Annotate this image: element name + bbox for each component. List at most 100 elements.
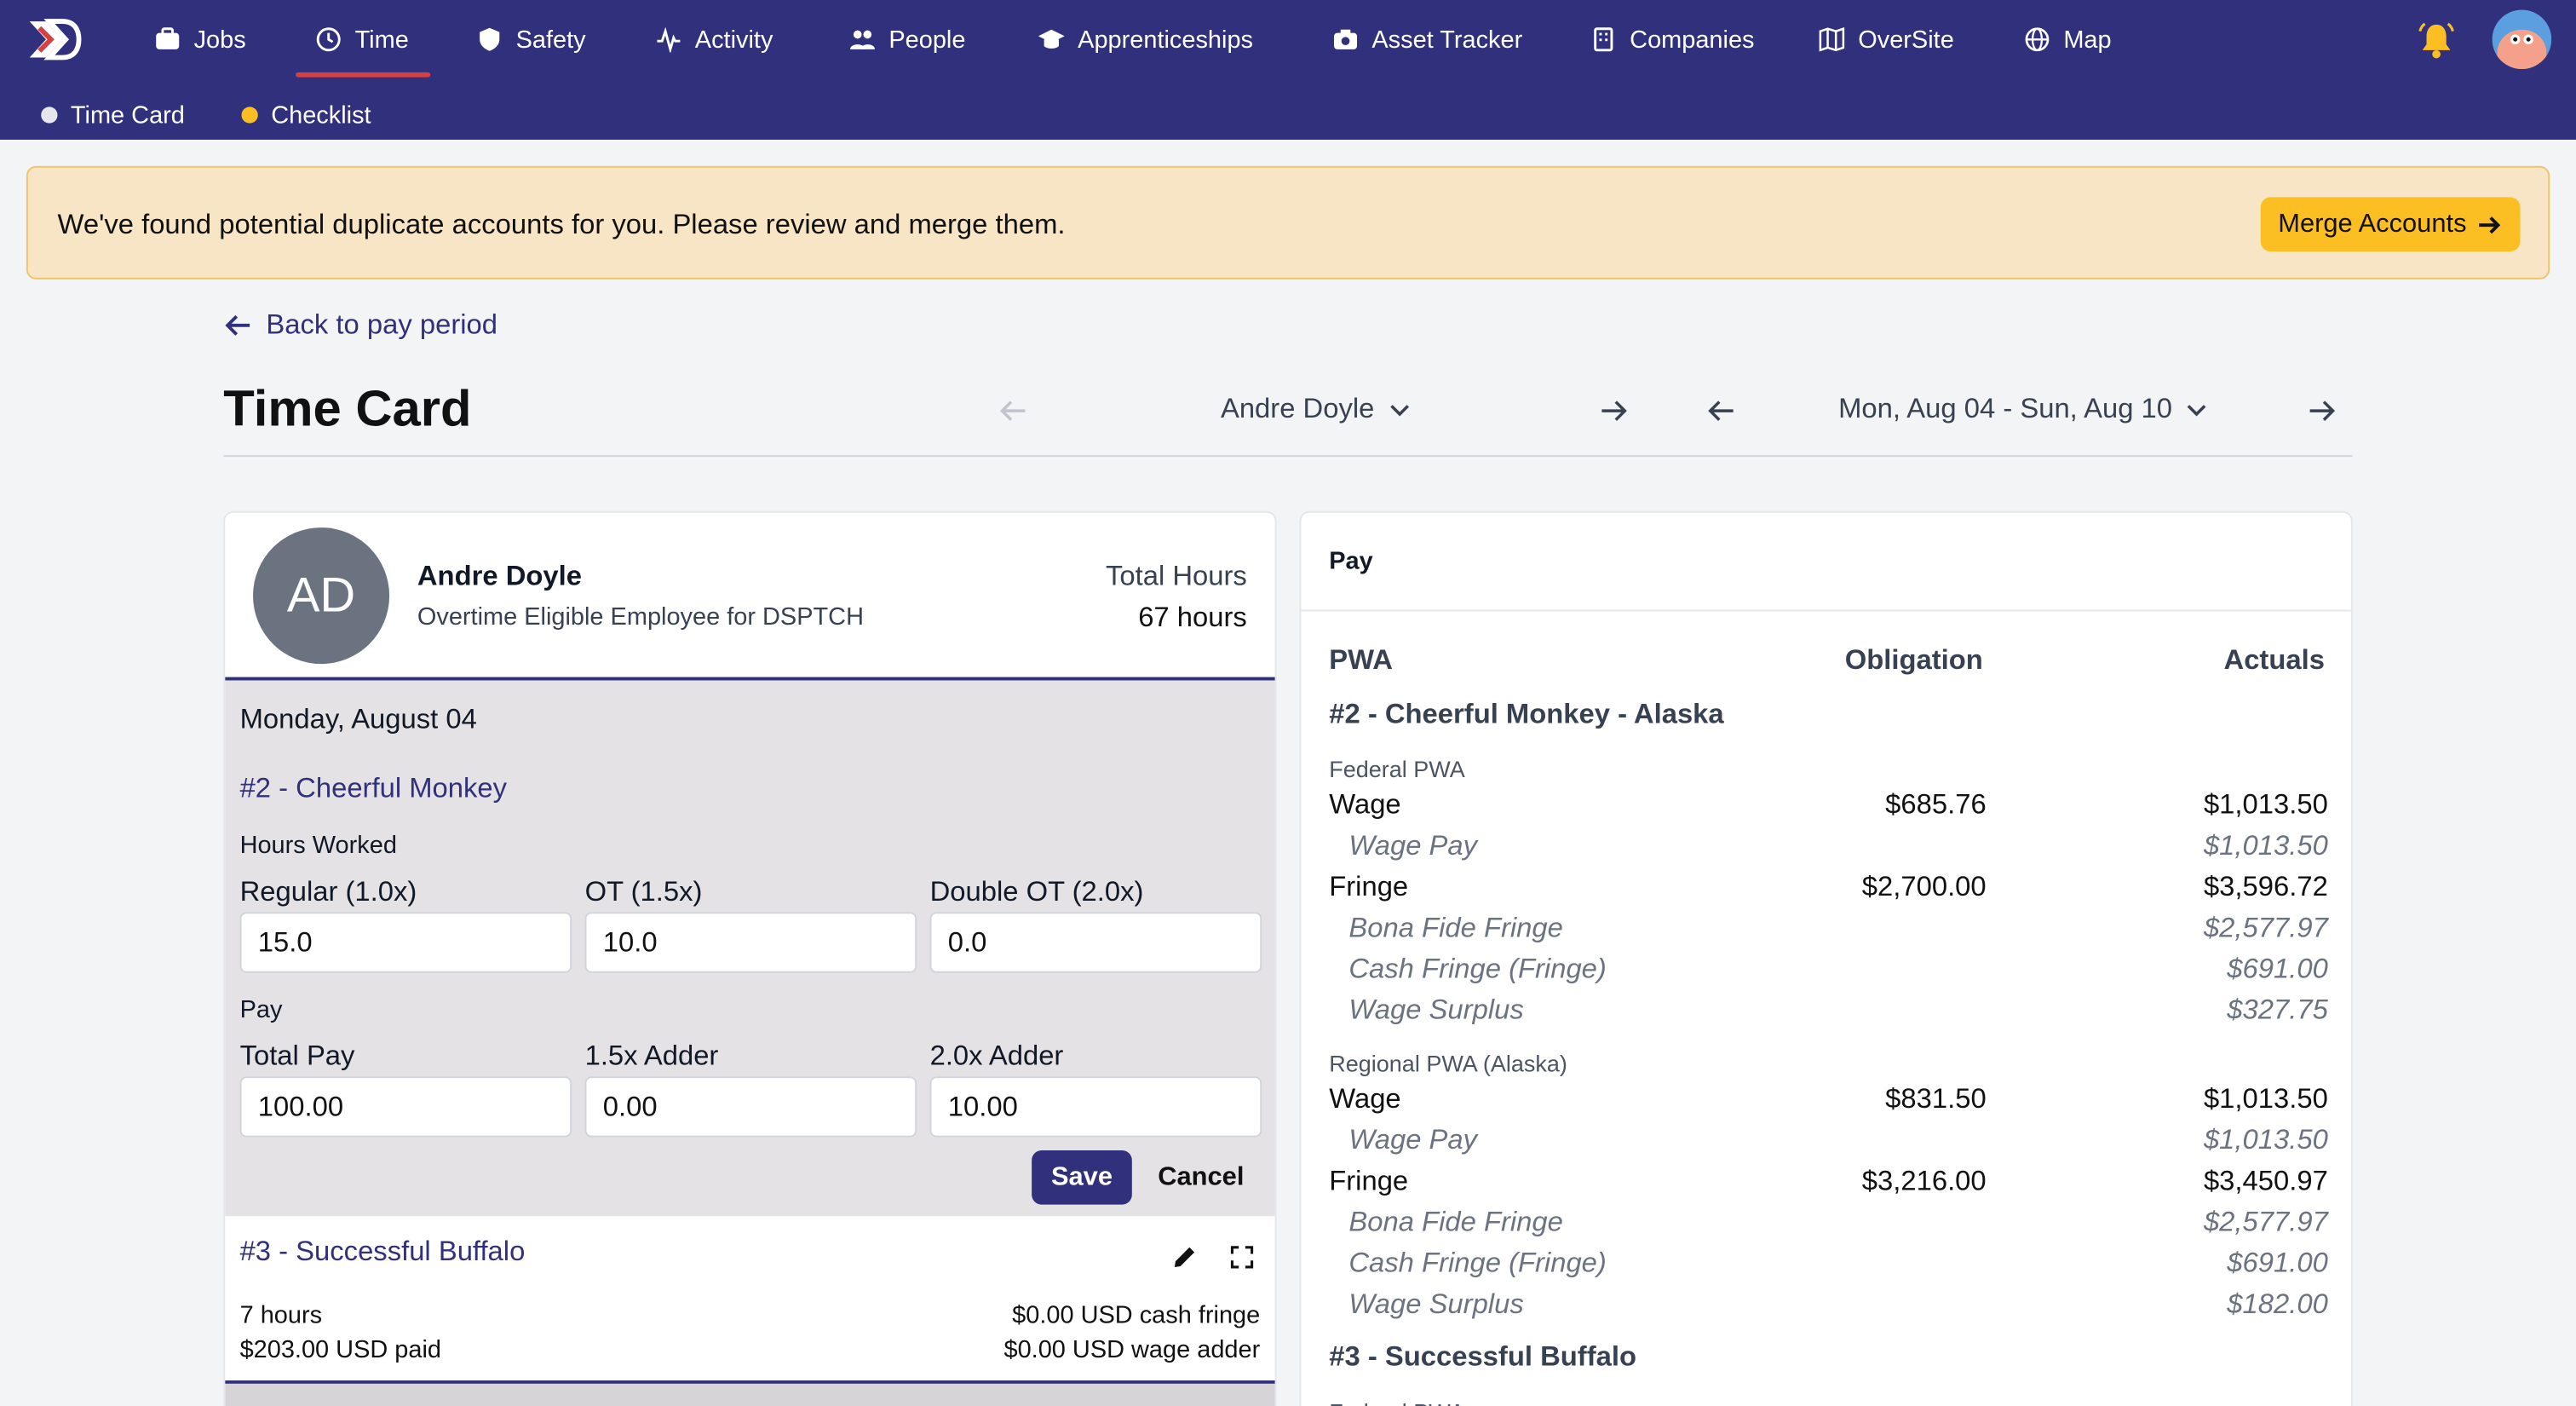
regular-hours-input[interactable] [239, 912, 572, 973]
pay-row-actual: $1,013.50 [2203, 829, 2328, 861]
pay-row: Bona Fide Fringe $2,577.97 [1301, 912, 2350, 951]
chevron-down-icon [2188, 405, 2206, 417]
pay-row-label: Fringe [1329, 1165, 1409, 1197]
subnav-checklist[interactable]: Checklist [241, 95, 371, 135]
nav-activity[interactable]: Activity [656, 0, 773, 79]
banner-message: We've found potential duplicate accounts… [57, 208, 1066, 240]
merge-accounts-label: Merge Accounts [2278, 209, 2467, 238]
col-header-actuals: Actuals [2223, 644, 2325, 676]
prev-employee-arrow-icon[interactable] [998, 395, 1031, 428]
pay-row-label: #3 - Successful Buffalo [1329, 1340, 1637, 1373]
nav-time[interactable]: Time [315, 0, 409, 79]
pay-row-actual: $3,596.72 [2203, 871, 2328, 902]
nav-safety[interactable]: Safety [476, 0, 586, 79]
prev-period-arrow-icon[interactable] [1705, 395, 1739, 428]
pay-row-label: Wage [1329, 1082, 1401, 1115]
merge-accounts-button[interactable]: Merge Accounts [2260, 197, 2521, 252]
header-divider [223, 455, 2353, 458]
next-period-arrow-icon[interactable] [2305, 395, 2338, 428]
nav-companies[interactable]: Companies [1590, 0, 1755, 79]
employee-selector-value: Andre Doyle [1220, 392, 1375, 424]
nav-oversite[interactable]: OverSite [1819, 0, 1954, 79]
hours-worked-label: Hours Worked [239, 831, 397, 860]
total-hours-label: Total Hours [1105, 560, 1247, 592]
user-avatar[interactable] [2492, 9, 2552, 70]
arrow-left-icon [225, 314, 250, 336]
pay-row: Wage Pay $1,013.50 [1301, 829, 2350, 869]
adder-1-5x-label: 1.5x Adder [584, 1040, 719, 1072]
pay-row-label: Wage Pay [1348, 829, 1478, 861]
nav-apprenticeships[interactable]: Apprenticeships [1038, 0, 1253, 79]
pay-row-label: Federal PWA [1329, 1398, 1465, 1406]
adder-2-0x-input[interactable] [929, 1076, 1262, 1138]
pay-row-actual: $182.00 [2227, 1288, 2328, 1320]
duplicate-accounts-banner: We've found potential duplicate accounts… [26, 165, 2550, 279]
job2-wage-adder: $0.00 USD wage adder [1003, 1335, 1261, 1364]
double-ot-hours-label: Double OT (2.0x) [929, 875, 1144, 908]
active-tab-indicator [296, 72, 431, 78]
pay-row-obligation: $685.76 [1885, 788, 1987, 821]
adder-2-0x-label: 2.0x Adder [929, 1040, 1064, 1072]
pay-row: Bona Fide Fringe $2,577.97 [1301, 1207, 2350, 1246]
pay-label: Pay [239, 995, 283, 1024]
pay-row: Fringe $2,700.00 $3,596.72 [1301, 871, 2350, 910]
nav-asset-tracker[interactable]: Asset Tracker [1332, 0, 1522, 79]
day-entry-section: Monday, August 04 #2 - Cheerful Monkey H… [225, 677, 1275, 1217]
page-title: Time Card [223, 379, 472, 438]
subnav-time-card[interactable]: Time Card [41, 95, 185, 135]
ot-hours-input[interactable] [584, 912, 917, 973]
employee-name: Andre Doyle [417, 560, 582, 592]
pay-row: #3 - Successful Buffalo [1301, 1340, 2350, 1380]
job-link-cheerful-monkey[interactable]: #2 - Cheerful Monkey [240, 772, 507, 805]
adder-1-5x-input[interactable] [584, 1076, 917, 1138]
pay-row-label: Wage Surplus [1348, 994, 1524, 1026]
nav-map[interactable]: Map [2024, 0, 2112, 79]
employee-subtitle: Overtime Eligible Employee for DSPTCH [417, 602, 864, 631]
pay-row-label: Cash Fringe (Fringe) [1348, 1247, 1607, 1279]
pay-row-actual: $691.00 [2227, 953, 2328, 985]
nav-safety-label: Safety [515, 25, 586, 54]
nav-jobs[interactable]: Jobs [154, 0, 246, 79]
pay-row: Wage $831.50 $1,013.50 [1301, 1082, 2350, 1122]
job-link-successful-buffalo[interactable]: #3 - Successful Buffalo [240, 1236, 526, 1269]
nav-apprenticeships-label: Apprenticeships [1078, 25, 1254, 54]
pay-row: Federal PWA [1301, 749, 2350, 788]
pay-row-label: #2 - Cheerful Monkey - Alaska [1329, 698, 1724, 730]
save-button[interactable]: Save [1032, 1150, 1132, 1205]
pay-row-label: Cash Fringe (Fringe) [1348, 953, 1607, 985]
notification-bell-icon[interactable] [2415, 20, 2458, 62]
pencil-icon[interactable] [1170, 1242, 1199, 1272]
pay-row: Wage $685.76 $1,013.50 [1301, 788, 2350, 828]
nav-people[interactable]: People [849, 0, 965, 79]
next-section-background [225, 1383, 1275, 1406]
dsptch-logo[interactable] [26, 18, 83, 61]
pay-row-label: Fringe [1329, 871, 1409, 902]
job2-hours: 7 hours [239, 1301, 323, 1330]
pay-row: Wage Surplus $327.75 [1301, 994, 2350, 1034]
pay-row: #2 - Cheerful Monkey - Alaska [1301, 698, 2350, 738]
nav-asset-tracker-label: Asset Tracker [1371, 25, 1523, 54]
double-ot-hours-input[interactable] [929, 912, 1262, 973]
cancel-button[interactable]: Cancel [1155, 1150, 1247, 1205]
avatar-image [2492, 9, 2552, 70]
top-navigation-bar: Jobs Time Safety Activity People Apprent… [0, 0, 2576, 140]
chevron-down-icon [1389, 405, 1409, 417]
employee-selector[interactable]: Andre Doyle [1221, 393, 1411, 426]
pay-row-label: Wage Surplus [1348, 1288, 1524, 1320]
pay-period-selector-value: Mon, Aug 04 - Sun, Aug 10 [1838, 392, 2173, 424]
back-to-pay-period-link[interactable]: Back to pay period [223, 309, 497, 343]
pay-row-obligation: $2,700.00 [1861, 871, 1987, 902]
expand-icon[interactable] [1228, 1242, 1257, 1272]
nav-activity-label: Activity [694, 25, 773, 54]
pay-row: Wage Pay $1,013.50 [1301, 1124, 2350, 1163]
total-pay-label: Total Pay [239, 1040, 355, 1072]
total-pay-input[interactable] [239, 1076, 572, 1138]
people-icon [850, 30, 875, 49]
next-employee-arrow-icon[interactable] [1597, 395, 1630, 428]
job2-paid: $203.00 USD paid [239, 1335, 442, 1364]
pay-row-obligation: $831.50 [1885, 1082, 1987, 1115]
briefcase-icon [156, 27, 180, 49]
nav-people-label: People [888, 25, 966, 54]
pay-row: Wage Surplus $182.00 [1301, 1288, 2350, 1328]
pay-period-selector[interactable]: Mon, Aug 04 - Sun, Aug 10 [1838, 393, 2208, 426]
